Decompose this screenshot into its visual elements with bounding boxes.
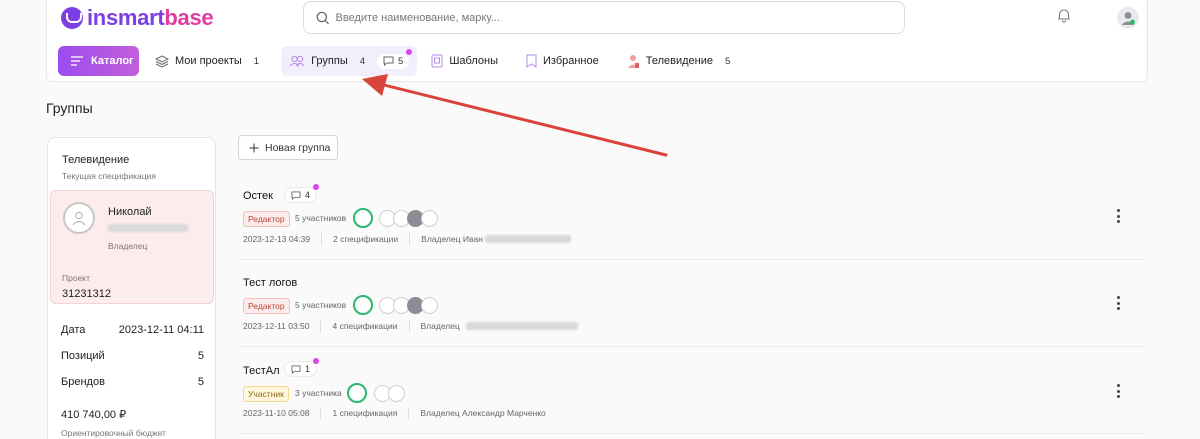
nav-groups-chat[interactable]: 5 [377,48,413,69]
member-avatar [353,295,373,315]
user-icon [1121,12,1135,25]
group-row[interactable]: Тест логов Редактор 5 участников 2023-12… [238,261,1144,347]
chat-icon [291,190,301,200]
nav-television-label: Телевидение [645,55,714,67]
group-name: ТестАл [243,365,280,377]
owner-role: Владелец [108,241,148,251]
top-bar: insmartbase Каталог Мои проекты 1 Группы… [46,0,1148,82]
current-spec-card: Телевидение Текущая спецификация Николай… [47,137,216,439]
plus-icon [249,143,259,152]
group-row[interactable]: Остек 4 Редактор 5 участников 2023-12-13… [238,174,1144,260]
nav-favorites-label: Избранное [543,55,599,67]
more-options-icon[interactable] [1116,384,1120,398]
templates-icon [431,54,443,68]
stat-positions: Позиций 5 [61,350,204,362]
spec-title: Телевидение [62,154,130,166]
nav-my-projects-count: 1 [253,55,260,67]
user-avatar[interactable] [1117,7,1139,29]
search-input[interactable] [335,11,904,24]
group-owner: Владелец [420,321,460,331]
nav-groups[interactable]: Группы 4 5 [281,46,418,76]
budget-label: Ориентировочный бюджет [61,428,166,438]
owner-name: Николай [108,206,152,218]
user-icon [72,211,86,226]
bookmark-icon [526,54,537,68]
chat-icon [291,364,301,374]
member-avatar [347,383,367,403]
project-value: 31231312 [62,288,111,300]
group-meta: 2023-12-13 04:39 2 спецификации Владелец… [243,233,571,245]
group-meta: 2023-12-11 03:50 4 спецификации Владелец [243,320,578,332]
owner-box: Николай Владелец Проект 31231312 [50,190,214,304]
chat-icon [383,56,394,66]
group-name: Остек [243,190,273,202]
stat-brands: Брендов 5 [61,376,204,388]
member-avatar [388,385,405,402]
spec-subtitle: Текущая спецификация [62,171,156,181]
role-badge: Редактор [243,298,290,314]
group-chat[interactable]: 1 [284,358,320,377]
group-icon [289,55,305,67]
page-title: Группы [46,100,93,116]
layers-icon [155,54,169,68]
group-owner: Владелец Иван [421,234,483,244]
stat-date: Дата 2023-12-11 04:11 [61,324,204,336]
new-group-label: Новая группа [265,141,331,154]
group-chat-count: 4 [305,190,311,200]
redacted-text [484,235,571,243]
redacted-text [465,322,578,330]
nav-my-projects[interactable]: Мои проекты 1 [147,46,267,76]
nav-my-projects-label: Мои проекты [175,55,242,67]
nav-television-count: 5 [725,55,731,67]
notifications-bell-icon[interactable] [1057,8,1071,29]
group-date: 2023-12-13 04:39 [243,234,311,244]
redacted-text [108,224,188,232]
project-label: Проект [62,273,90,283]
nav-groups-count: 4 [359,55,366,67]
menu-icon [71,56,83,66]
catalog-button[interactable]: Каталог [58,46,139,76]
nav-favorites[interactable]: Избранное [518,46,607,76]
group-date: 2023-11-10 05:08 [243,408,310,418]
nav-templates[interactable]: Шаблоны [423,46,506,76]
group-name: Тест логов [243,277,298,289]
unread-dot [406,48,413,55]
more-options-icon[interactable] [1116,296,1120,310]
members-count: 3 участника [295,388,342,398]
members-count: 5 участников [295,300,347,310]
budget-value: 410 740,00 ₽ [61,409,127,421]
new-group-button[interactable]: Новая группа [238,135,338,160]
nav-templates-label: Шаблоны [449,55,498,67]
group-owner: Владелец Александр Марченко [420,408,546,418]
owner-avatar [63,202,95,234]
catalog-label: Каталог [91,55,134,67]
main-nav: Каталог Мои проекты 1 Группы 4 5 Шаблоны… [58,46,738,76]
nav-television[interactable]: Телевидение 5 [619,46,739,76]
nav-groups-label: Группы [311,55,348,67]
group-chat[interactable]: 4 [284,184,320,203]
search-bar[interactable] [303,1,905,34]
member-avatar [353,208,373,228]
logo[interactable]: insmartbase [61,5,214,31]
role-badge: Редактор [243,211,290,227]
group-specs: 2 спецификации [333,234,399,244]
group-specs: 4 спецификации [332,321,398,331]
search-icon [316,11,330,24]
group-meta: 2023-11-10 05:08 1 спецификация Владелец… [243,407,546,419]
person-doc-icon [627,54,640,69]
group-specs: 1 спецификация [332,408,398,418]
group-chat-count: 1 [305,364,311,374]
logo-text: insmartbase [87,5,214,30]
member-avatar [421,210,438,227]
members-count: 5 участников [295,213,347,223]
logo-icon [61,7,83,29]
group-row[interactable]: ТестАл 1 Участник 3 участника 2023-11-10… [238,348,1144,434]
nav-groups-chat-count: 5 [398,55,404,67]
group-date: 2023-12-11 03:50 [243,321,310,331]
member-avatar [421,297,438,314]
unread-dot [313,358,320,364]
role-badge: Участник [243,386,289,402]
more-options-icon[interactable] [1116,209,1120,223]
unread-dot [313,184,320,190]
